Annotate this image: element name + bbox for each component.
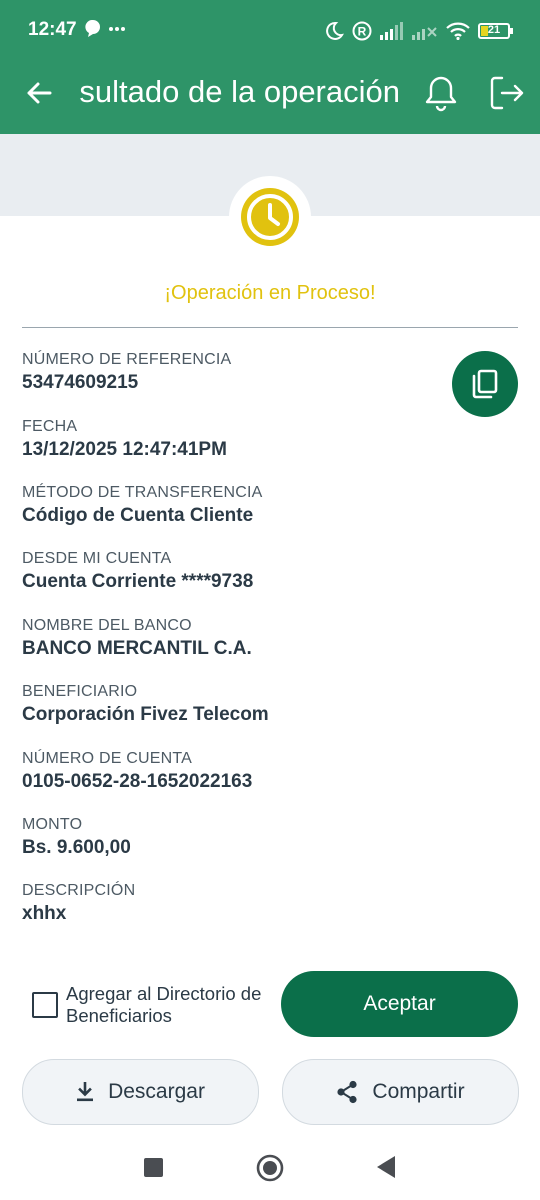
- field-transfer-method: MÉTODO DE TRANSFERENCIA Código de Cuenta…: [22, 484, 422, 527]
- field-reference-number: NÚMERO DE REFERENCIA 53474609215: [22, 351, 422, 394]
- field-label: FECHA: [22, 418, 78, 435]
- copy-icon: [472, 369, 498, 399]
- svg-text:R: R: [358, 25, 367, 39]
- signal-x-icon: [412, 27, 437, 40]
- divider: [22, 327, 518, 328]
- download-button[interactable]: Descargar: [22, 1059, 259, 1125]
- battery-level: 21: [487, 24, 501, 36]
- page-title: Resultado de la operación: [80, 74, 400, 109]
- field-value: 0105-0652-28-1652022163: [22, 771, 253, 792]
- top-bar: 12:47 R 21 Resulta: [0, 0, 540, 134]
- more-dots-icon: [109, 27, 125, 31]
- share-label: Compartir: [372, 1080, 465, 1103]
- status-bar: 12:47 R 21: [0, 0, 540, 60]
- back-arrow-icon[interactable]: [22, 76, 56, 110]
- operation-status-message: ¡Operación en Proceso!: [164, 282, 376, 304]
- field-date: FECHA 13/12/2025 12:47:41PM: [22, 418, 422, 461]
- status-right-icons: R 21: [324, 18, 513, 44]
- field-value: BANCO MERCANTIL C.A.: [22, 638, 252, 659]
- share-button[interactable]: Compartir: [282, 1059, 519, 1125]
- field-label: MÉTODO DE TRANSFERENCIA: [22, 484, 263, 501]
- field-from-account: DESDE MI CUENTA Cuenta Corriente ****973…: [22, 550, 422, 593]
- field-description: DESCRIPCIÓN xhhx: [22, 882, 422, 925]
- accept-button-label: Aceptar: [363, 992, 436, 1015]
- field-label: DESCRIPCIÓN: [22, 882, 136, 899]
- registered-icon: R: [352, 21, 372, 41]
- field-value: Código de Cuenta Cliente: [22, 505, 254, 526]
- field-value: Corporación Fivez Telecom: [22, 704, 269, 725]
- field-account-number: NÚMERO DE CUENTA 0105-0652-28-1652022163: [22, 750, 422, 793]
- download-icon: [77, 1082, 94, 1102]
- signal-icon: [380, 22, 403, 40]
- field-bank-name: NOMBRE DEL BANCO BANCO MERCANTIL C.A.: [22, 617, 422, 660]
- field-value: xhhx: [22, 903, 67, 924]
- clock-icon: [241, 188, 299, 246]
- status-left-icons: [84, 19, 128, 45]
- app-bar: Resultado de la operación: [0, 60, 540, 134]
- field-value: 13/12/2025 12:47:41PM: [22, 439, 227, 460]
- battery-icon: 21: [478, 23, 513, 39]
- home-nav-button[interactable]: [256, 1154, 284, 1182]
- wifi-icon: [446, 22, 470, 40]
- field-value: 53474609215: [22, 372, 139, 393]
- share-icon: [337, 1080, 358, 1104]
- field-amount: MONTO Bs. 9.600,00: [22, 816, 422, 859]
- logout-icon[interactable]: [488, 74, 526, 112]
- field-label: NOMBRE DEL BANCO: [22, 617, 192, 634]
- back-nav-button[interactable]: [375, 1155, 397, 1179]
- field-label: NÚMERO DE CUENTA: [22, 750, 193, 767]
- copy-button[interactable]: [452, 351, 518, 417]
- field-value: Bs. 9.600,00: [22, 837, 131, 858]
- chat-bubble-icon: [85, 19, 100, 37]
- field-label: BENEFICIARIO: [22, 683, 138, 700]
- download-label: Descargar: [108, 1080, 205, 1103]
- bell-icon[interactable]: [424, 74, 458, 112]
- add-to-directory-label[interactable]: Agregar al Directorio de Beneficiarios: [66, 983, 276, 1027]
- recents-nav-button[interactable]: [144, 1158, 163, 1177]
- add-to-directory-checkbox[interactable]: [32, 992, 58, 1018]
- accept-button[interactable]: Aceptar: [281, 971, 518, 1037]
- field-label: DESDE MI CUENTA: [22, 550, 172, 567]
- field-label: MONTO: [22, 816, 83, 833]
- field-label: NÚMERO DE REFERENCIA: [22, 351, 232, 368]
- moon-icon: [326, 21, 344, 40]
- field-beneficiary: BENEFICIARIO Corporación Fivez Telecom: [22, 683, 422, 726]
- status-time: 12:47: [28, 19, 77, 40]
- field-value: Cuenta Corriente ****9738: [22, 571, 254, 592]
